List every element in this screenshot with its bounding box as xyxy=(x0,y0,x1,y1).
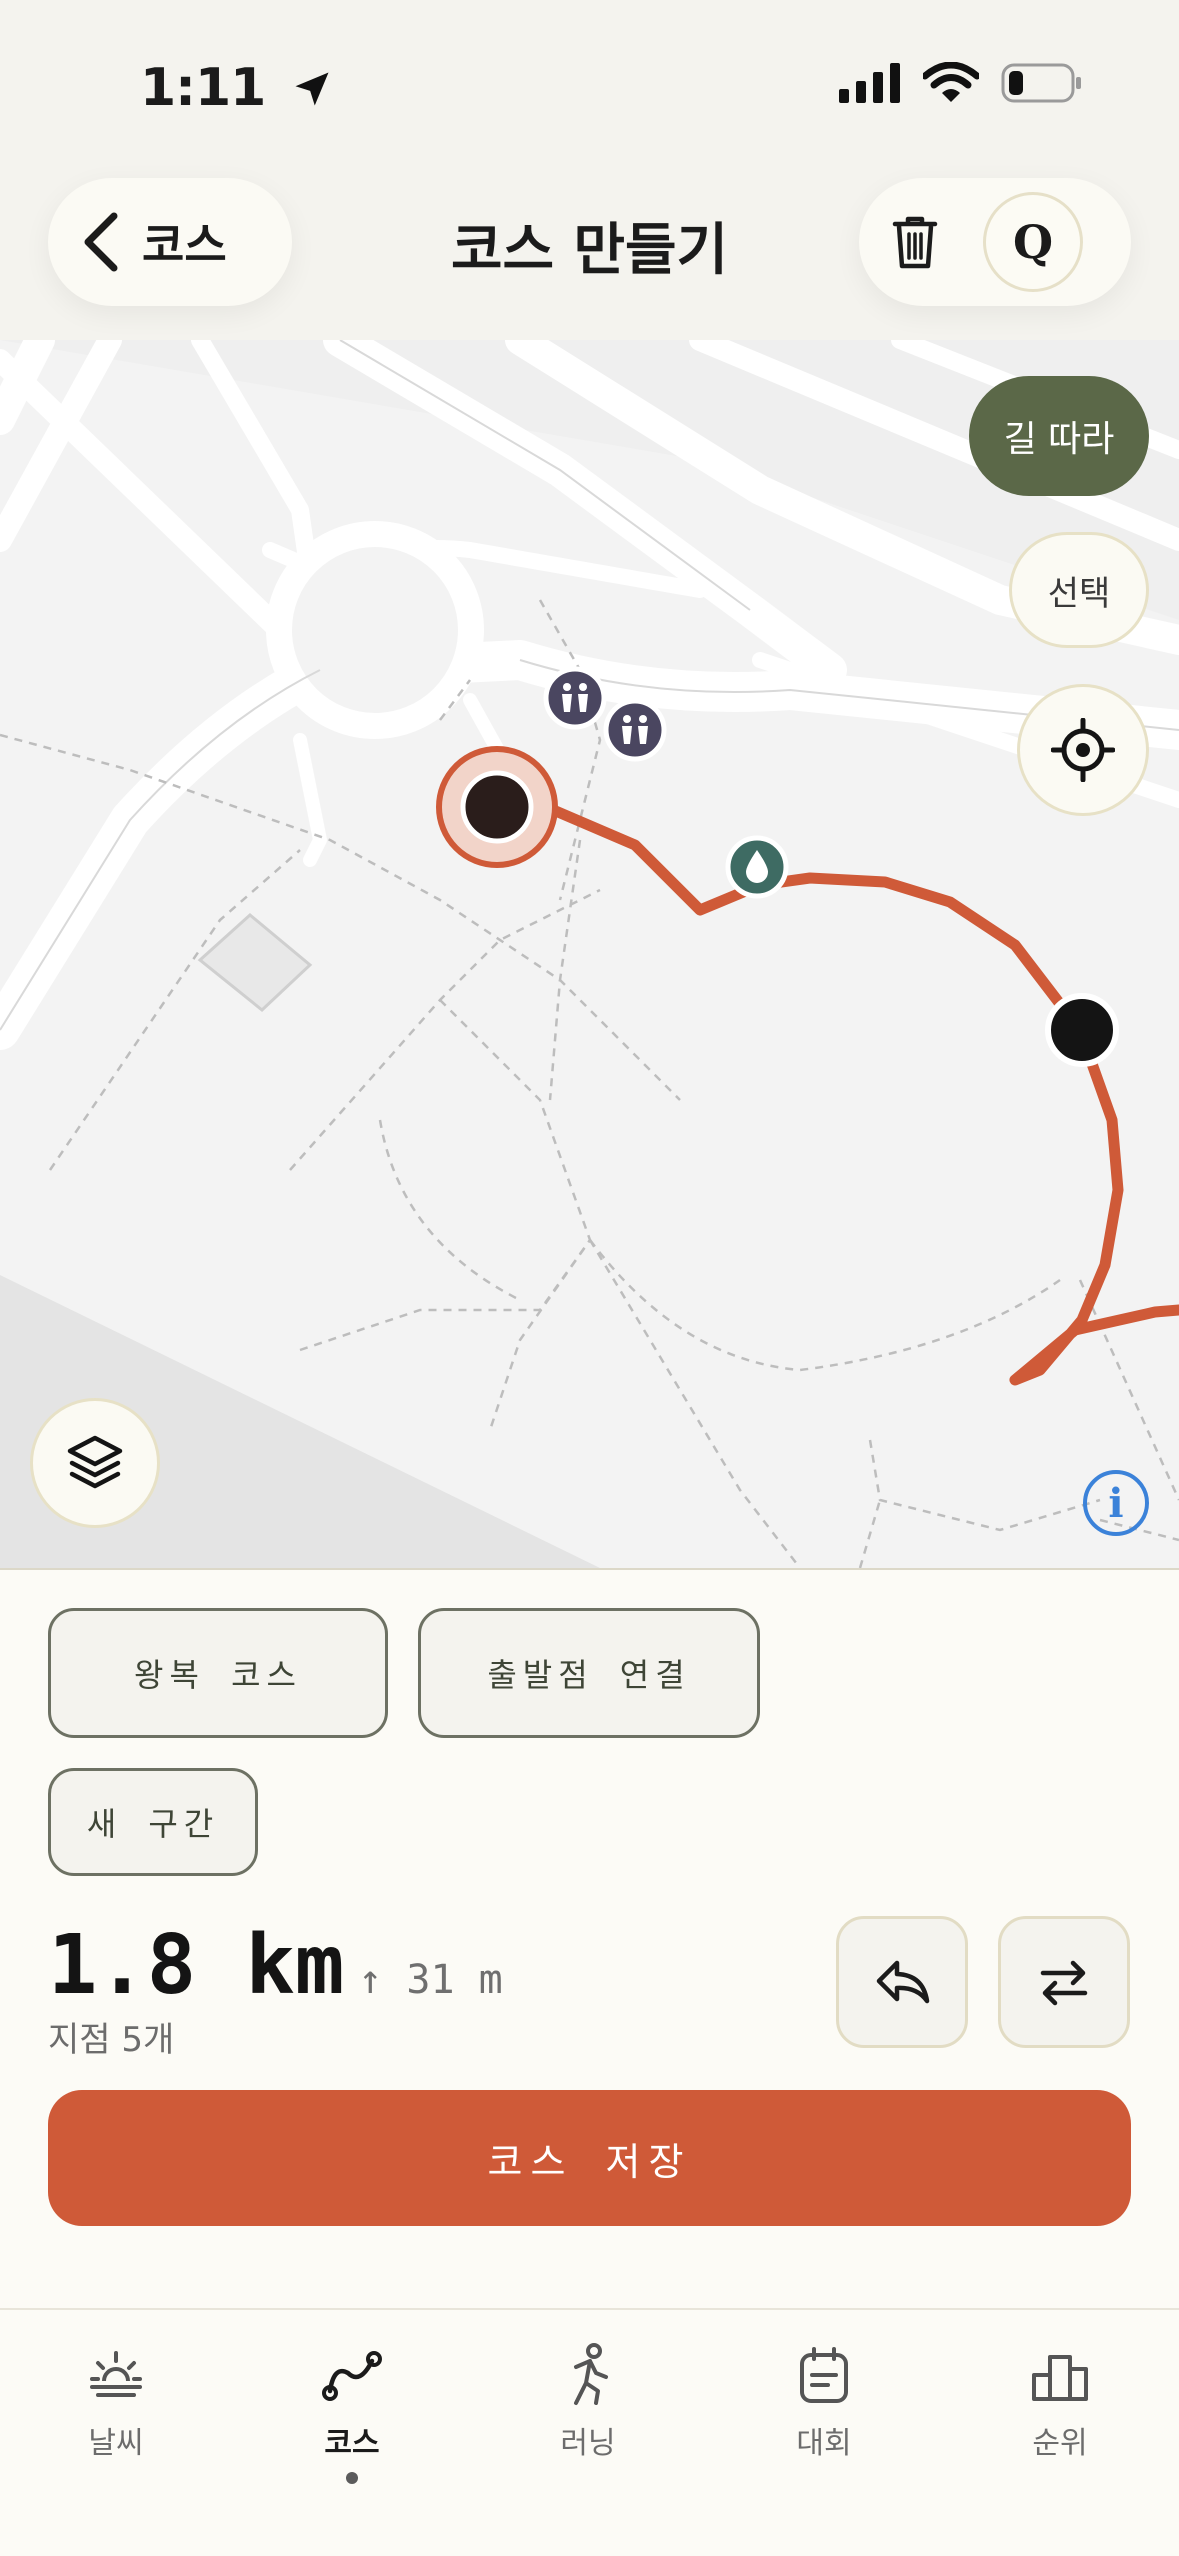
distance-summary: 1.8 km ↑ 31 m xyxy=(48,1918,503,2013)
round-trip-chip[interactable]: 왕복 코스 xyxy=(48,1608,388,1738)
q-button[interactable]: Q xyxy=(983,192,1083,292)
wifi-icon xyxy=(923,62,979,102)
connect-start-chip[interactable]: 출발점 연결 xyxy=(418,1608,760,1738)
podium-icon xyxy=(1032,2355,1088,2401)
info-icon: i xyxy=(1108,1479,1124,1527)
undo-button[interactable] xyxy=(836,1916,968,2048)
reverse-button[interactable] xyxy=(998,1916,1130,2048)
info-button[interactable]: i xyxy=(1083,1470,1149,1536)
crosshair-icon xyxy=(1051,718,1115,782)
tab-course-label: 코스 xyxy=(324,2426,380,2461)
map-view[interactable]: 길 따라 선택 i xyxy=(0,340,1179,1568)
route-icon xyxy=(322,2351,382,2401)
status-time: 1:11 xyxy=(140,58,334,118)
location-arrow-icon xyxy=(295,72,329,106)
signal-icon xyxy=(839,63,900,103)
restroom-icon xyxy=(543,666,607,730)
start-marker-icon xyxy=(436,746,558,868)
status-icons xyxy=(839,62,1083,104)
water-drop-icon xyxy=(725,835,789,899)
new-segment-chip[interactable]: 새 구간 xyxy=(48,1768,258,1876)
status-time-text: 1:11 xyxy=(140,58,266,118)
tab-ranking-label: 순위 xyxy=(1032,2426,1088,2461)
tab-events[interactable]: 대회 xyxy=(724,2340,924,2462)
tab-events-label: 대회 xyxy=(796,2426,852,2461)
header-actions: Q xyxy=(859,178,1131,306)
follow-road-button[interactable]: 길 따라 xyxy=(969,376,1149,496)
tab-running[interactable]: 러닝 xyxy=(488,2340,688,2462)
waypoint-icon xyxy=(1045,993,1119,1067)
top-bar: 1:11 코스 코스 만들기 Q xyxy=(0,0,1179,340)
tab-weather[interactable]: 날씨 xyxy=(16,2340,216,2462)
calendar-icon xyxy=(800,2347,848,2403)
elevation-value: ↑ 31 m xyxy=(358,1957,503,2003)
course-sheet: 왕복 코스 출발점 연결 새 구간 1.8 km ↑ 31 m 지점 5개 코스 … xyxy=(0,1568,1179,2308)
battery-icon xyxy=(1001,63,1081,103)
layers-button[interactable] xyxy=(30,1398,160,1528)
swap-arrows-icon xyxy=(1040,1960,1088,2006)
tab-bar: 날씨 코스 러닝 대회 순위 xyxy=(0,2308,1179,2556)
select-button[interactable]: 선택 xyxy=(1009,532,1149,648)
point-count: 지점 5개 xyxy=(48,2020,175,2060)
route-line xyxy=(491,794,1179,1386)
runner-icon xyxy=(574,2343,608,2405)
distance-value: 1.8 km xyxy=(48,1918,345,2013)
sunrise-icon xyxy=(90,2351,142,2397)
trash-icon xyxy=(892,216,938,269)
layers-icon xyxy=(67,1435,123,1489)
q-label: Q xyxy=(1012,215,1054,269)
restroom-icon xyxy=(603,698,667,762)
save-course-button[interactable]: 코스 저장 xyxy=(48,2090,1131,2226)
tab-course[interactable]: 코스 xyxy=(252,2340,452,2484)
tab-weather-label: 날씨 xyxy=(88,2426,144,2461)
tab-ranking[interactable]: 순위 xyxy=(960,2340,1160,2462)
active-tab-indicator xyxy=(346,2472,358,2484)
delete-button[interactable] xyxy=(873,200,957,284)
map-canvas xyxy=(0,340,1179,1568)
tab-running-label: 러닝 xyxy=(560,2426,616,2461)
undo-icon xyxy=(876,1960,930,2004)
locate-button[interactable] xyxy=(1017,684,1149,816)
